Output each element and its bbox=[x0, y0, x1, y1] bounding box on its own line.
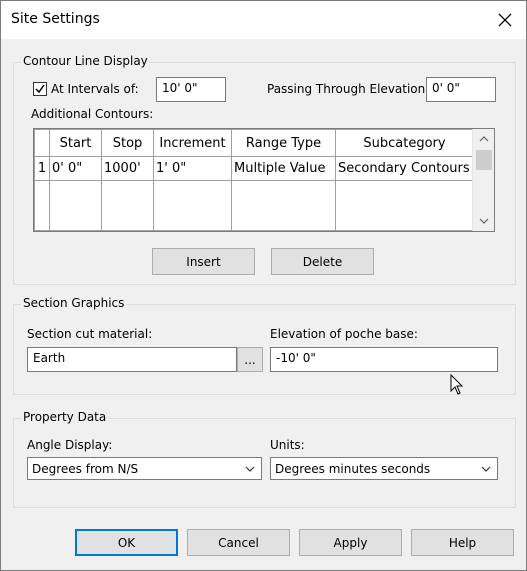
additional-contours-grid[interactable]: Start Stop Increment Range Type Subcateg… bbox=[33, 128, 495, 232]
units-select[interactable]: Degrees minutes seconds bbox=[270, 457, 498, 480]
additional-contours-label: Additional Contours: bbox=[31, 107, 154, 121]
column-header-start[interactable]: Start bbox=[49, 129, 102, 157]
elevation-poche-base-label: Elevation of poche base: bbox=[270, 327, 418, 341]
scroll-up-button[interactable] bbox=[473, 130, 494, 148]
units-label: Units: bbox=[270, 438, 305, 452]
passing-elevation-label: Passing Through Elevation: bbox=[267, 82, 430, 96]
mouse-pointer-icon bbox=[450, 374, 464, 395]
intervals-input[interactable]: 10' 0" bbox=[156, 77, 226, 102]
cell-range-type[interactable]: Multiple Value bbox=[231, 156, 336, 181]
cell-start[interactable]: 0' 0" bbox=[49, 156, 102, 181]
intervals-checkbox[interactable] bbox=[33, 82, 47, 96]
checkmark-icon bbox=[35, 84, 45, 94]
dropdown-arrow bbox=[479, 462, 493, 476]
close-button[interactable] bbox=[492, 7, 518, 33]
scroll-down-button[interactable] bbox=[473, 212, 494, 230]
site-settings-dialog: Site Settings Contour Line Display At In… bbox=[0, 0, 527, 571]
chevron-up-icon bbox=[479, 136, 489, 142]
close-icon bbox=[498, 13, 512, 27]
chevron-down-icon bbox=[479, 218, 489, 224]
angle-display-label: Angle Display: bbox=[27, 438, 113, 452]
cell-stop[interactable]: 1000' bbox=[101, 156, 154, 181]
contour-group-label: Contour Line Display bbox=[21, 54, 150, 68]
table-row[interactable]: 1 0' 0" 1000' 1' 0" Multiple Value Secon… bbox=[34, 156, 474, 181]
passing-elevation-input[interactable]: 0' 0" bbox=[426, 77, 496, 102]
column-header-subcategory[interactable]: Subcategory bbox=[335, 129, 474, 157]
column-header-range-type[interactable]: Range Type bbox=[231, 129, 336, 157]
intervals-label: At Intervals of: bbox=[51, 82, 139, 96]
property-group-label: Property Data bbox=[21, 410, 109, 424]
elevation-poche-base-input[interactable]: -10' 0" bbox=[270, 347, 498, 372]
ok-button[interactable]: OK bbox=[75, 529, 178, 556]
help-button[interactable]: Help bbox=[411, 529, 514, 556]
title-bar: Site Settings bbox=[1, 1, 526, 39]
browse-material-button[interactable]: ... bbox=[237, 347, 263, 372]
apply-button[interactable]: Apply bbox=[299, 529, 402, 556]
row-number[interactable]: 1 bbox=[34, 156, 50, 181]
grid-corner bbox=[34, 129, 50, 157]
delete-button[interactable]: Delete bbox=[271, 248, 374, 275]
section-cut-material-input[interactable]: Earth bbox=[27, 347, 237, 372]
chevron-down-icon bbox=[245, 466, 255, 472]
insert-button[interactable]: Insert bbox=[152, 248, 255, 275]
cell-increment[interactable]: 1' 0" bbox=[153, 156, 232, 181]
dropdown-arrow bbox=[243, 462, 257, 476]
column-header-stop[interactable]: Stop bbox=[101, 129, 154, 157]
dialog-title: Site Settings bbox=[11, 11, 100, 27]
angle-display-value: Degrees from N/S bbox=[32, 462, 139, 476]
units-value: Degrees minutes seconds bbox=[275, 462, 431, 476]
column-header-increment[interactable]: Increment bbox=[153, 129, 232, 157]
table-row-empty[interactable] bbox=[34, 180, 474, 231]
cancel-button[interactable]: Cancel bbox=[187, 529, 290, 556]
section-group-label: Section Graphics bbox=[21, 296, 127, 310]
chevron-down-icon bbox=[481, 466, 491, 472]
section-cut-material-label: Section cut material: bbox=[27, 327, 153, 341]
cell-subcategory[interactable]: Secondary Contours bbox=[335, 156, 474, 181]
angle-display-select[interactable]: Degrees from N/S bbox=[27, 457, 262, 480]
grid-vertical-scrollbar[interactable] bbox=[472, 129, 494, 231]
scroll-thumb[interactable] bbox=[476, 150, 492, 170]
